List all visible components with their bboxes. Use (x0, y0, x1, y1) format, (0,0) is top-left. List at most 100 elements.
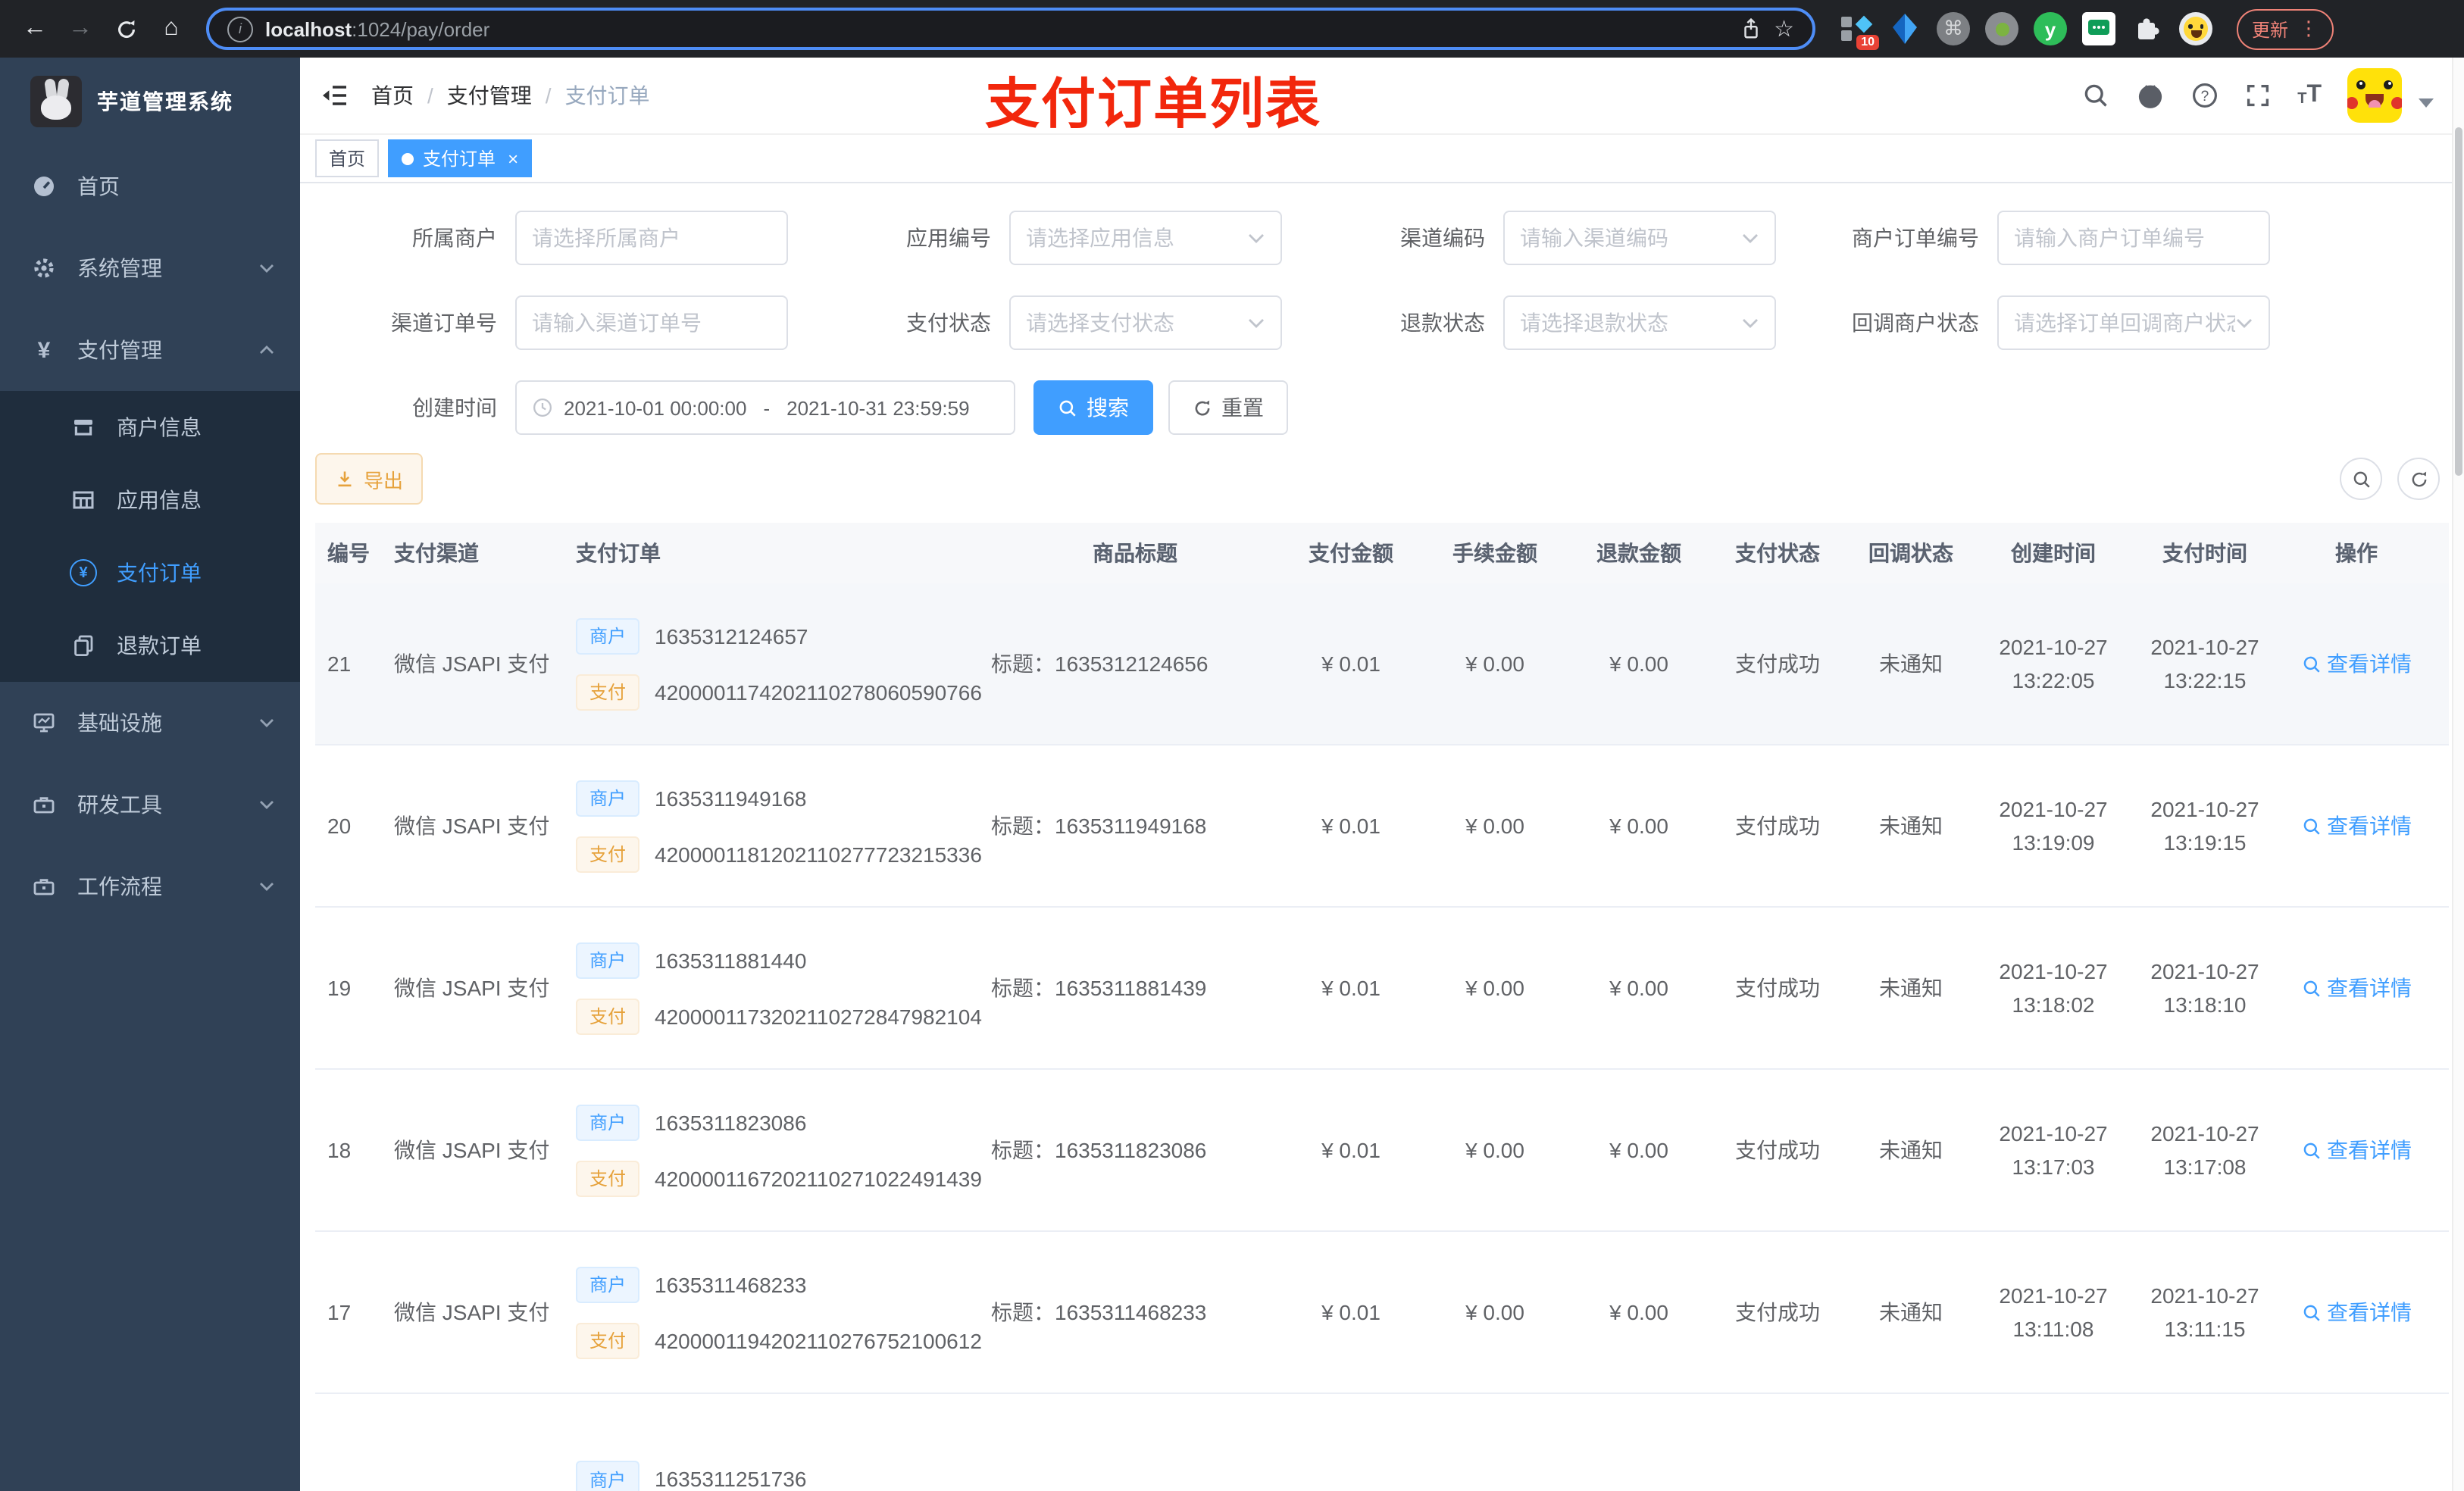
sidebar-item-refund-order[interactable]: 退款订单 (0, 609, 300, 682)
sidebar-logo[interactable]: 芋道管理系统 (0, 58, 300, 145)
app-title: 芋道管理系统 (97, 89, 233, 114)
sidebar-item-label: 支付订单 (117, 561, 202, 585)
pay-status-select[interactable]: 请选择支付状态 (1009, 295, 1282, 350)
col-pay-order: 支付订单 (576, 541, 661, 565)
sidebar-item-payment[interactable]: ¥ 支付管理 (0, 309, 300, 391)
search-icon (2303, 980, 2319, 996)
sidebar-item-app-info[interactable]: 应用信息 (0, 464, 300, 536)
table-settings (2340, 458, 2449, 500)
browser-profile-avatar[interactable] (2179, 12, 2212, 45)
notify-status-select[interactable]: 请选择订单回调商户状态 (1997, 295, 2270, 350)
site-info-icon[interactable]: i (227, 16, 253, 42)
cell-amount: ¥ 0.01 (1321, 1138, 1381, 1162)
browser-update-button[interactable]: 更新 ⋮ (2237, 8, 2334, 49)
app-select[interactable]: 请选择应用信息 (1009, 211, 1282, 265)
browser-forward-button[interactable]: → (61, 9, 100, 48)
search-button[interactable]: 搜索 (1033, 380, 1153, 435)
filter-channel-order-no: 渠道订单号 请输入渠道订单号 (315, 295, 788, 350)
sidebar: 芋道管理系统 首页 系统管理 ¥ 支付管理 商户信息 应用信息 ¥ 支付订单 退… (0, 58, 300, 1491)
extension-yudao-icon[interactable]: y (2034, 12, 2067, 45)
cell-fee: ¥ 0.00 (1465, 1300, 1524, 1324)
sidebar-collapse-button[interactable] (321, 83, 349, 108)
view-detail-link[interactable]: 查看详情 (2301, 1297, 2412, 1327)
view-detail-link[interactable]: 查看详情 (2301, 1135, 2412, 1165)
view-detail-link[interactable]: 查看详情 (2301, 811, 2412, 841)
browser-toolbar: ← → ⌂ i localhost:1024/pay/order ☆ 10 ⌘ … (0, 0, 2464, 58)
breadcrumb-separator: / (427, 83, 433, 108)
sidebar-item-merchant-info[interactable]: 商户信息 (0, 391, 300, 464)
tag-pay-order[interactable]: 支付订单 × (388, 139, 533, 177)
extension-tabs-icon[interactable]: 10 (1840, 12, 1879, 50)
col-pay-time: 支付时间 (2162, 541, 2247, 565)
search-icon (2303, 817, 2319, 834)
tag-home[interactable]: 首页 (315, 139, 380, 177)
page-scrollbar[interactable] (2452, 58, 2464, 1491)
filter-row-3: 创建时间 2021-10-01 00:00:00 - 2021-10-31 23… (315, 380, 2449, 435)
sidebar-item-home[interactable]: 首页 (0, 145, 300, 227)
extension-chat-icon[interactable] (2082, 12, 2115, 45)
address-bar[interactable]: i localhost:1024/pay/order ☆ (206, 8, 1815, 50)
create-time-range-picker[interactable]: 2021-10-01 00:00:00 - 2021-10-31 23:59:5… (515, 380, 1015, 435)
tags-view: 首页 支付订单 × (300, 135, 2464, 183)
share-icon (1743, 17, 1757, 39)
channel-code-select[interactable]: 请输入渠道编码 (1503, 211, 1776, 265)
browser-reload-button[interactable] (106, 9, 145, 48)
browser-home-button[interactable]: ⌂ (152, 9, 191, 48)
extension-dot-icon[interactable] (1985, 12, 2018, 45)
refund-status-select[interactable]: 请选择退款状态 (1503, 295, 1776, 350)
cell-pay-order: 商户 1635312124657 支付 4200001174202110278060… (564, 583, 991, 744)
avatar-dropdown-caret[interactable] (2419, 98, 2434, 108)
cell-status: 支付成功 (1735, 814, 1820, 838)
breadcrumb-home[interactable]: 首页 (371, 80, 414, 111)
close-icon[interactable]: × (508, 148, 518, 169)
cell-status: 支付成功 (1735, 976, 1820, 1000)
search-icon (1059, 399, 1076, 416)
extension-kite-icon[interactable] (1888, 12, 1921, 45)
sidebar-item-pay-order[interactable]: ¥ 支付订单 (0, 536, 300, 609)
puzzle-extensions-icon[interactable] (2131, 12, 2164, 45)
briefcase-icon (30, 792, 58, 817)
export-button[interactable]: 导出 (315, 453, 424, 505)
merchant-tag: 商户 (576, 1266, 640, 1302)
cell-amount: ¥ 0.01 (1321, 814, 1381, 838)
merchant-order-no-input[interactable]: 请输入商户订单编号 (1997, 211, 2270, 265)
sidebar-item-dev-tools[interactable]: 研发工具 (0, 764, 300, 846)
field-label: 支付状态 (906, 311, 991, 335)
fullscreen-button[interactable] (2244, 82, 2272, 109)
cell-notify: 未通知 (1879, 814, 1943, 838)
view-detail-link[interactable]: 查看详情 (2301, 649, 2412, 679)
sidebar-item-label: 退款订单 (117, 633, 202, 658)
channel-order-no-input[interactable]: 请输入渠道订单号 (515, 295, 788, 350)
extension-command-icon[interactable]: ⌘ (1937, 12, 1970, 45)
cell-create-time: 2021-10-27 13:19:09 (1999, 797, 2108, 855)
toggle-search-button[interactable] (2340, 458, 2382, 500)
sidebar-item-workflow[interactable]: 工作流程 (0, 846, 300, 927)
github-link[interactable] (2135, 80, 2165, 111)
breadcrumb-payment[interactable]: 支付管理 (447, 80, 532, 111)
view-detail-link[interactable]: 查看详情 (2301, 973, 2412, 1003)
cell-notify: 未通知 (1879, 1300, 1943, 1324)
sidebar-item-label: 研发工具 (77, 792, 162, 817)
merchant-tag: 商户 (576, 617, 640, 654)
sidebar-item-system[interactable]: 系统管理 (0, 227, 300, 309)
header-search-button[interactable] (2082, 82, 2109, 109)
cell-title: 标题： 1635311823086 (991, 1138, 1207, 1162)
merchant-select[interactable]: 请选择所属商户 (515, 211, 788, 265)
sidebar-item-label: 支付管理 (77, 338, 162, 362)
browser-back-button[interactable]: ← (15, 9, 55, 48)
cell-title: 标题： 1635311468233 (991, 1300, 1207, 1324)
share-button[interactable] (1739, 17, 1762, 41)
cell-id: 20 (327, 814, 352, 838)
cell-create-time: 2021-10-27 13:11:08 (1999, 1283, 2108, 1341)
merchant-order-no: 1635311251736 (655, 1467, 807, 1491)
font-size-button[interactable]: TT (2297, 83, 2322, 108)
sidebar-item-infrastructure[interactable]: 基础设施 (0, 682, 300, 764)
refresh-table-button[interactable] (2397, 458, 2440, 500)
scrollbar-thumb[interactable] (2455, 127, 2462, 476)
bookmark-star-button[interactable]: ☆ (1774, 15, 1794, 42)
reset-button[interactable]: 重置 (1168, 380, 1288, 435)
help-button[interactable]: ? (2191, 82, 2219, 109)
user-avatar[interactable] (2347, 68, 2402, 123)
field-label: 渠道订单号 (391, 311, 497, 335)
breadcrumb-separator: / (545, 83, 552, 108)
